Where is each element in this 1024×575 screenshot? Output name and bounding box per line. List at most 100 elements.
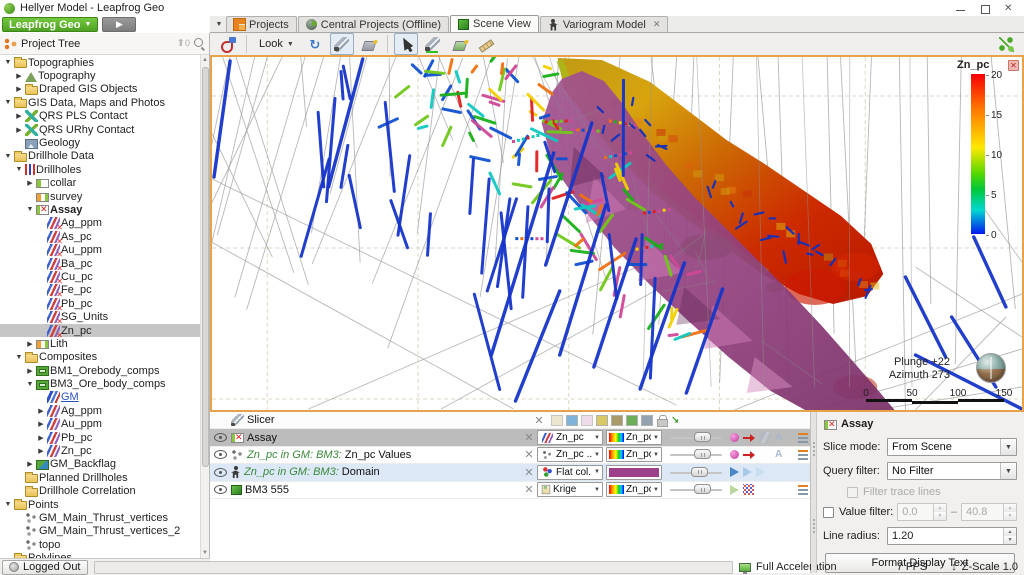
cone-blue-icon[interactable] <box>730 467 739 478</box>
slicer-row[interactable]: Slicer ✕ ↘ <box>210 412 810 430</box>
tab-list-dropdown[interactable]: ▼ <box>212 21 226 32</box>
scroll-up-icon[interactable]: ▲ <box>202 55 208 65</box>
slice-mode-select[interactable]: From Scene ▼ <box>887 438 1017 456</box>
tree-item-gm-backflag[interactable]: ▶ GM_Backflag <box>0 458 200 471</box>
opacity-slider[interactable] <box>670 483 722 496</box>
close-button[interactable]: ✕ <box>1004 3 1014 13</box>
expand-icon[interactable]: ▶ <box>14 85 24 93</box>
collapse-icon[interactable]: ▼ <box>3 501 13 508</box>
slicer-mode-icon[interactable] <box>611 414 623 426</box>
tree-item-topo[interactable]: topo <box>0 538 200 551</box>
tab-central-projects-offline[interactable]: Central Projects (Offline) <box>297 16 449 32</box>
tree-item-geology[interactable]: Geology <box>0 136 200 149</box>
cone-light-icon[interactable] <box>743 467 752 478</box>
tree-item-au-ppm[interactable]: Au_ppm <box>0 243 200 259</box>
opacity-slider[interactable] <box>670 448 722 461</box>
tree-item-as-pc[interactable]: As_pc <box>0 230 200 246</box>
tree-item-drillhole-correlation[interactable]: Drillhole Correlation <box>0 485 200 498</box>
slicer-drill-icon[interactable]: ↘ <box>671 415 685 426</box>
shape-row-zn-pc-values[interactable]: Zn_pc in GM: BM3: Zn_pc Values ✕ Zn_pc ... ▼… <box>210 447 810 465</box>
remove-shape-icon[interactable]: ✕ <box>521 448 537 461</box>
remove-shape-icon[interactable]: ✕ <box>521 483 537 496</box>
tree-item-gis-data-maps-and-photos[interactable]: ▼ GIS Data, Maps and Photos <box>0 96 200 109</box>
letter-a-icon[interactable]: A <box>775 449 784 460</box>
expand-icon[interactable]: ▶ <box>25 367 35 375</box>
tree-item-polylines[interactable]: Polylines <box>0 551 200 558</box>
orbit-tool-button[interactable]: ↻ <box>303 33 327 55</box>
tree-item-gm[interactable]: GM <box>0 391 200 404</box>
collapse-icon[interactable]: ▼ <box>3 59 13 66</box>
collapse-icon[interactable]: ▼ <box>25 206 35 213</box>
leapfrog-menu-button[interactable]: Leapfrog Geo ▼ <box>2 17 99 32</box>
scroll-down-icon[interactable]: ▼ <box>202 548 208 558</box>
trace-gray-icon[interactable] <box>759 432 771 444</box>
select-tool-button[interactable] <box>393 33 418 55</box>
opacity-slider[interactable] <box>670 431 722 444</box>
remove-slicer-icon[interactable]: ✕ <box>531 414 547 427</box>
grid-dots-icon[interactable] <box>743 484 754 496</box>
format-text-icon[interactable] <box>798 484 808 495</box>
logged-out-button[interactable]: Logged Out <box>2 559 88 575</box>
colourmap-select[interactable]: Zn_pc ▼ <box>606 482 662 498</box>
colourmap-select[interactable] <box>606 464 662 480</box>
letter-a-icon[interactable]: A <box>775 432 784 443</box>
expand-icon[interactable]: ▶ <box>36 407 46 415</box>
remove-shape-icon[interactable]: ✕ <box>521 431 537 444</box>
search-icon[interactable] <box>194 38 205 49</box>
slider-thumb[interactable] <box>694 432 711 443</box>
expand-icon[interactable]: ▶ <box>14 72 24 80</box>
draw-slicer-plane-button[interactable] <box>448 33 472 55</box>
collapse-icon[interactable]: ▼ <box>3 153 13 160</box>
navigation-ball[interactable] <box>976 353 1006 383</box>
slider-thumb[interactable] <box>694 449 711 460</box>
tab-close-icon[interactable]: ✕ <box>653 19 661 30</box>
visibility-eye-icon[interactable] <box>214 485 227 495</box>
moving-plane-tool-button[interactable] <box>357 33 381 55</box>
remove-shape-icon[interactable]: ✕ <box>521 466 537 479</box>
minimize-button[interactable] <box>956 4 966 13</box>
sphere-magenta-icon[interactable] <box>730 433 739 443</box>
tree-item-fe-pc[interactable]: Fe_pc <box>0 284 200 299</box>
colour-option-select[interactable]: Krige ▼ <box>537 482 603 498</box>
tree-item-cu-pc[interactable]: Cu_pc <box>0 270 200 286</box>
slicer-mode-icon[interactable] <box>581 414 593 426</box>
sphere-magenta-icon[interactable] <box>730 450 739 460</box>
expand-icon[interactable]: ▶ <box>36 434 46 442</box>
collapse-icon[interactable]: ▼ <box>14 166 24 173</box>
slider-thumb[interactable] <box>691 466 708 477</box>
slicer-mode-icon[interactable] <box>596 414 608 426</box>
tree-item-drillhole-data[interactable]: ▼ Drillhole Data <box>0 150 200 163</box>
expand-icon[interactable]: ▶ <box>36 447 46 455</box>
expand-icon[interactable]: ▶ <box>25 179 35 187</box>
tree-item-bm1-orebody-comps[interactable]: ▶ BM1_Orebody_comps <box>0 364 200 377</box>
tab-scene-view[interactable]: Scene View <box>449 15 539 32</box>
collapse-icon[interactable]: ▼ <box>14 354 24 361</box>
tree-item-draped-gis-objects[interactable]: ▶ Draped GIS Objects <box>0 83 200 96</box>
tab-projects[interactable]: Projects <box>226 16 297 32</box>
slicer-mode-icon[interactable] <box>551 414 563 426</box>
slicer-mode-icon[interactable] <box>641 414 653 426</box>
expand-icon[interactable]: ▶ <box>14 126 24 134</box>
line-radius-spinner[interactable]: 1.20 ▲ ▼ <box>887 527 1017 545</box>
tree-item-collar[interactable]: ▶ collar <box>0 177 200 190</box>
tree-item-pb-pc[interactable]: Pb_pc <box>0 297 200 313</box>
scene-list-button[interactable] <box>994 33 1018 55</box>
collapse-icon[interactable]: ▼ <box>3 99 13 106</box>
tree-item-ag-ppm[interactable]: ▶ Ag_ppm <box>0 404 200 417</box>
tree-item-topography[interactable]: ▶ Topography <box>0 69 200 82</box>
tree-scrollbar[interactable]: ▲ ▼ <box>200 55 209 558</box>
scrollbar-thumb[interactable] <box>201 67 209 467</box>
tree-item-lith[interactable]: ▶ Lith <box>0 337 200 350</box>
expand-icon[interactable]: ▶ <box>25 340 35 348</box>
z-scale-readout[interactable]: ↕ Z-Scale 1.0 <box>951 561 1018 573</box>
maximize-button[interactable] <box>980 4 990 14</box>
colour-option-select[interactable]: Zn_pc ▼ <box>537 430 603 446</box>
notifications-icon[interactable]: ⬆0 <box>177 38 190 49</box>
add-link-button[interactable] <box>216 33 240 55</box>
tree-item-pb-pc[interactable]: ▶ Pb_pc <box>0 431 200 444</box>
tree-item-ag-ppm[interactable]: Ag_ppm <box>0 217 200 232</box>
colourmap-select[interactable]: Zn_pc ▼ <box>606 430 662 446</box>
value-filter-checkbox[interactable] <box>823 506 834 518</box>
expand-icon[interactable]: ▶ <box>14 112 24 120</box>
colour-option-select[interactable]: Flat col...▼ <box>537 464 603 480</box>
